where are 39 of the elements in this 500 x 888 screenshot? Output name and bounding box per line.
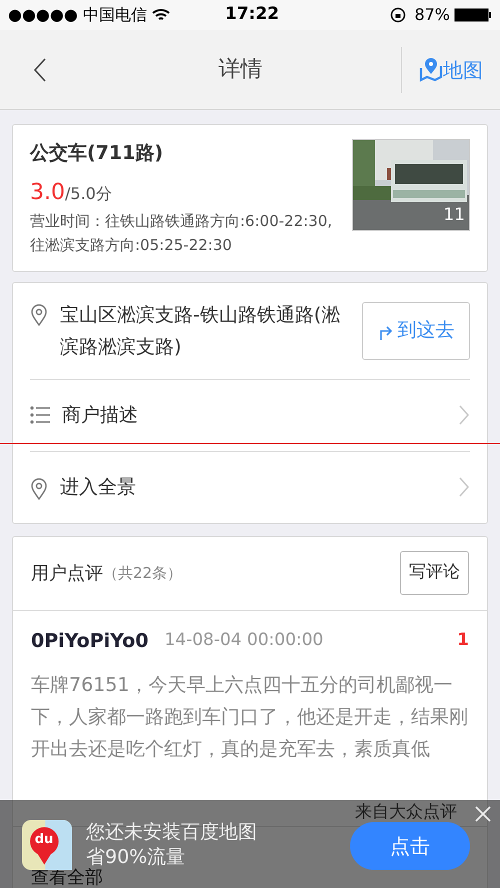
review-source: 来自大众点评 <box>355 802 457 822</box>
place-name: 公交车(711路) <box>30 141 164 166</box>
row-label: 商户描述 <box>62 403 139 428</box>
battery-text: 87% <box>414 4 450 26</box>
banner-title: 您还未安装百度地图 <box>86 820 258 845</box>
install-button[interactable]: 点击 <box>350 822 470 870</box>
photo-thumbnail[interactable]: 11 <box>352 139 470 231</box>
wifi-icon <box>152 8 170 22</box>
chevron-right-icon <box>458 476 470 498</box>
info-row[interactable]: 进入全景 <box>30 450 470 522</box>
opening-hours-text: 营业时间：往铁山路铁通路方向:6:00-22:30,往淞滨支路方向:05:25-22:30 <box>30 210 334 256</box>
review-rating-text: 1 <box>457 629 469 652</box>
page-title: 详情 <box>218 56 264 84</box>
write-review-button[interactable]: 写评论 <box>400 551 469 595</box>
map-pin-icon <box>419 58 443 82</box>
reviewer-name: 0PiYoPiYo0 <box>31 628 148 654</box>
review-date: 14-08-04 00:00:00 <box>164 629 324 652</box>
rating-text: 3.0/5.0分 <box>30 178 113 206</box>
battery-icon <box>454 8 492 22</box>
back-icon <box>33 56 47 82</box>
logo-text: du <box>34 831 54 849</box>
address-text: 宝山区淞滨支路-铁山路铁通路(淞滨路淞滨支路) <box>60 302 342 360</box>
location-pin-icon <box>30 302 48 326</box>
banner-subtitle: 省90%流量 <box>86 845 186 868</box>
reviews-title: 用户点评 <box>31 562 103 586</box>
review-count: （共22条） <box>103 562 184 584</box>
map-button[interactable]: 地图 <box>402 30 500 109</box>
close-icon[interactable] <box>474 805 492 823</box>
photo-count: 11 <box>443 204 465 226</box>
directions-button[interactable]: 到这去 <box>362 302 470 360</box>
row-label: 进入全景 <box>60 475 137 500</box>
clock-text: 17:22 <box>225 3 280 26</box>
rotation-lock-icon <box>390 7 406 23</box>
review-text: 车牌76151，今天早上六点四十五分的司机鄙视一下，人家都一路跑到车门口了，他还是开走，结果刚开出去还是吃个红灯，真的是充军去，素质真低 <box>31 673 469 762</box>
location-pin-icon <box>30 477 48 501</box>
carrier-text: ●●●●● 中国电信 <box>8 4 147 26</box>
app-logo-icon <box>22 820 72 870</box>
list-icon <box>30 405 50 425</box>
chevron-right-icon <box>458 404 470 426</box>
